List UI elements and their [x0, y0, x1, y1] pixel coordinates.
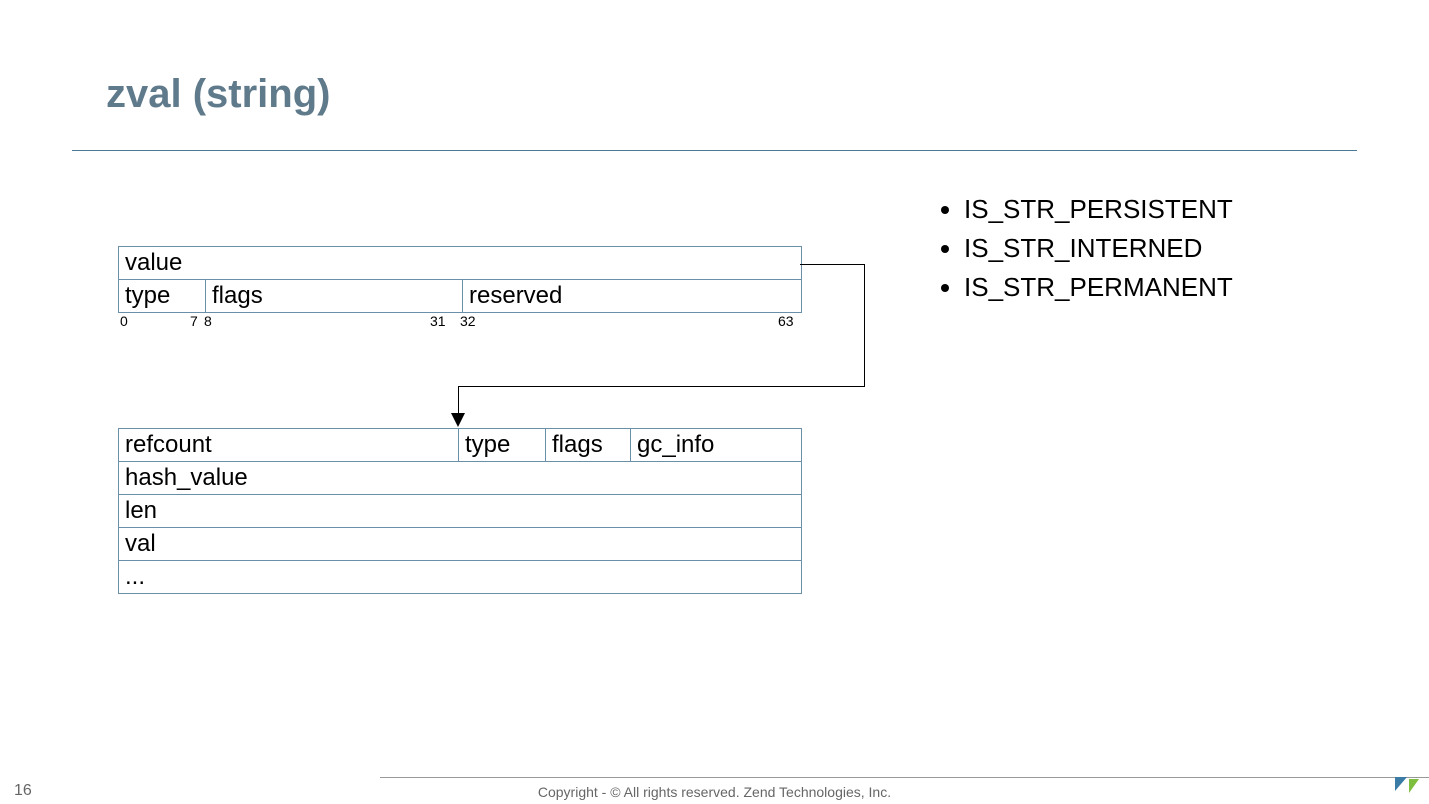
zend-logo-icon [1393, 775, 1421, 800]
flags-cell: flags [546, 429, 631, 461]
table-row: ... [119, 561, 801, 593]
flags-bullet-list: IS_STR_PERSISTENT IS_STR_INTERNED IS_STR… [930, 190, 1233, 307]
string-struct-table: refcount type flags gc_info hash_value l… [118, 428, 802, 594]
type-cell: type [459, 429, 546, 461]
table-row: value [119, 247, 801, 280]
zval-struct-table: value type flags reserved [118, 246, 802, 313]
ellipsis-cell: ... [119, 561, 801, 593]
bit-label-0: 0 [120, 313, 128, 329]
gc-info-cell: gc_info [631, 429, 801, 461]
zval-value-cell: value [119, 247, 801, 279]
table-row: type flags reserved [119, 280, 801, 312]
zval-flags-cell: flags [206, 280, 463, 312]
connector-line [458, 386, 865, 387]
refcount-cell: refcount [119, 429, 459, 461]
slide: zval (string) value type flags reserved … [0, 0, 1429, 804]
arrow-down-icon [451, 413, 465, 427]
val-cell: val [119, 528, 801, 560]
connector-line [800, 264, 864, 265]
copyright-text: Copyright - © All rights reserved. Zend … [0, 784, 1429, 800]
hash-value-cell: hash_value [119, 462, 801, 494]
footer-divider [380, 777, 1429, 778]
connector-line [864, 264, 865, 386]
bit-label-32: 32 [460, 313, 476, 329]
zval-type-cell: type [119, 280, 206, 312]
table-row: hash_value [119, 462, 801, 495]
table-row: refcount type flags gc_info [119, 429, 801, 462]
bit-label-7: 7 [190, 313, 198, 329]
table-row: val [119, 528, 801, 561]
bit-label-31: 31 [430, 313, 446, 329]
page-number: 16 [14, 782, 32, 800]
list-item: IS_STR_PERMANENT [964, 268, 1233, 307]
title-divider [72, 150, 1357, 151]
list-item: IS_STR_PERSISTENT [964, 190, 1233, 229]
zval-reserved-cell: reserved [463, 280, 801, 312]
table-row: len [119, 495, 801, 528]
bit-label-8: 8 [204, 313, 212, 329]
page-title: zval (string) [106, 72, 330, 117]
len-cell: len [119, 495, 801, 527]
bit-label-63: 63 [778, 313, 794, 329]
list-item: IS_STR_INTERNED [964, 229, 1233, 268]
